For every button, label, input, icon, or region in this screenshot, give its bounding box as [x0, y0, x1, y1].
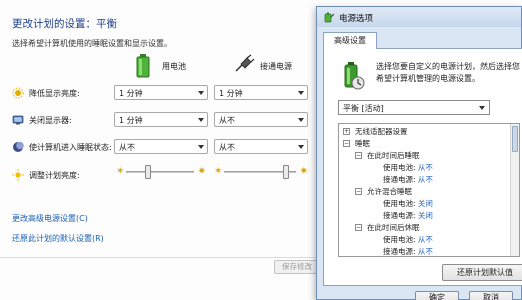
chevron-down-icon [479, 106, 485, 110]
dialog-titlebar[interactable]: 电源选项 [317, 7, 521, 27]
power-options-dialog: 电源选项 高级设置 选择您要自定义的电源计划，然后选择您希望计算机管理的电源设置… [316, 6, 522, 300]
tree-value[interactable]: 从不 [418, 175, 433, 184]
tree-item-plugged[interactable]: 接通电源: 从不 [383, 175, 433, 184]
monitor-icon [12, 115, 24, 125]
dim-sun-icon: ✶ [214, 166, 223, 177]
dialog-title: 电源选项 [339, 14, 374, 24]
slider-thumb[interactable] [144, 165, 151, 179]
dim-display-plugged-select[interactable]: 1 分钟 [214, 85, 308, 100]
brightness-icon [12, 169, 24, 181]
restore-plan-defaults-button[interactable]: 还原计划默认值 [442, 264, 522, 281]
tree-label: 接通电源: [383, 175, 416, 184]
chevron-down-icon [198, 91, 204, 95]
slider-track [126, 171, 194, 173]
cancel-button[interactable]: 取消 [469, 291, 513, 300]
power-plan-icon [344, 62, 365, 90]
expand-icon[interactable]: + [343, 128, 350, 135]
tree-value[interactable]: 关闭 [418, 211, 433, 220]
tree-label: 接通电源: [383, 247, 416, 256]
tree-item-after-sleep[interactable]: 在此时间后睡眠 [367, 151, 420, 160]
sleep-battery-select[interactable]: 从不 [114, 139, 208, 154]
select-value: 从不 [119, 143, 135, 152]
tree-label: 使用电池: [383, 163, 416, 172]
turn-off-display-battery-select[interactable]: 1 分钟 [114, 112, 208, 127]
select-value: 从不 [219, 116, 235, 125]
divider [0, 257, 322, 258]
tree-value[interactable]: 从不 [418, 235, 433, 244]
tree-value[interactable]: 从不 [418, 247, 433, 256]
sleep-plugged-select[interactable]: 从不 [214, 139, 308, 154]
turn-off-display-plugged-select[interactable]: 从不 [214, 112, 308, 127]
collapse-icon[interactable]: − [355, 224, 362, 231]
dialog-description: 选择您要自定义的电源计划，然后选择您希望计算机管理的电源设置。 [376, 62, 520, 83]
tree-label: 使用电池: [383, 199, 416, 208]
advanced-settings-pane: 选择您要自定义的电源计划，然后选择您希望计算机管理的电源设置。 平衡 [活动] … [323, 48, 522, 286]
collapse-icon[interactable]: − [355, 188, 362, 195]
collapse-icon[interactable]: − [343, 140, 350, 147]
bright-sun-icon: ✷ [299, 166, 308, 177]
tree-item-battery[interactable]: 使用电池: 从不 [383, 235, 433, 244]
slider-thumb[interactable] [283, 165, 290, 179]
dim-display-battery-select[interactable]: 1 分钟 [114, 85, 208, 100]
dim-display-icon [12, 87, 24, 99]
setting-label: 关闭显示器: [29, 116, 72, 125]
select-value: 从不 [219, 143, 235, 152]
ok-button[interactable]: 确定 [415, 291, 459, 300]
settings-tree[interactable]: + 无线适配器设置 − 睡眠 − 在此时间后睡眠 使用电池: 从不 接通电源: … [338, 123, 520, 257]
tree-item-plugged[interactable]: 接通电源: 关闭 [383, 211, 433, 220]
power-options-icon [324, 12, 335, 23]
select-value: 平衡 [活动] [343, 104, 384, 113]
tree-item-battery[interactable]: 使用电池: 从不 [383, 163, 433, 172]
select-value: 1 分钟 [219, 89, 243, 98]
save-changes-button[interactable]: 保存修改 [274, 260, 320, 274]
column-header-plugged: 接通电源 [232, 52, 322, 82]
column-label-plugged: 接通电源 [260, 62, 292, 71]
tree-scrollbar[interactable] [510, 124, 519, 256]
tree-label: 使用电池: [383, 235, 416, 244]
scrollbar-thumb[interactable] [512, 126, 518, 152]
setting-label: 使计算机进入睡眠状态: [29, 143, 112, 152]
tree-item-hybrid-sleep[interactable]: 允许混合睡眠 [367, 187, 412, 196]
restore-defaults-link[interactable]: 还原此计划的默认设置(R) [12, 233, 104, 244]
page-title: 更改计划的设置：平衡 [12, 18, 117, 30]
tree-item-battery[interactable]: 使用电池: 关闭 [383, 199, 433, 208]
chevron-down-icon [198, 118, 204, 122]
tree-item-sleep[interactable]: 睡眠 [355, 139, 370, 148]
tree-item-plugged[interactable]: 接通电源: 从不 [383, 247, 433, 256]
tree-label: 接通电源: [383, 211, 416, 220]
collapse-icon[interactable]: − [355, 152, 362, 159]
power-plug-icon [235, 54, 255, 72]
brightness-battery-slider[interactable]: ✶ ✷ [116, 164, 206, 180]
tree-value[interactable]: 关闭 [418, 199, 433, 208]
tree-item-hibernate[interactable]: 在此时间后休眠 [367, 223, 420, 232]
brightness-plugged-slider[interactable]: ✶ ✷ [214, 164, 308, 180]
bright-sun-icon: ✷ [197, 166, 206, 177]
dim-sun-icon: ✶ [116, 166, 125, 177]
plan-select[interactable]: 平衡 [活动] [338, 100, 490, 115]
select-value: 1 分钟 [119, 116, 143, 125]
column-header-battery: 用电池 [134, 52, 224, 82]
tab-advanced-settings[interactable]: 高级设置 [323, 32, 377, 49]
battery-icon [136, 54, 150, 78]
setting-label: 调整计划亮度: [29, 171, 80, 180]
sleep-moon-icon [13, 141, 24, 152]
chevron-down-icon [298, 145, 304, 149]
select-value: 1 分钟 [119, 89, 143, 98]
column-label-battery: 用电池 [162, 62, 186, 71]
chevron-down-icon [298, 118, 304, 122]
setting-label: 降低显示亮度: [29, 89, 80, 98]
tree-item-wireless[interactable]: 无线适配器设置 [355, 127, 408, 136]
chevron-down-icon [298, 91, 304, 95]
chevron-down-icon [198, 145, 204, 149]
tree-value[interactable]: 从不 [418, 163, 433, 172]
advanced-settings-link[interactable]: 更改高级电源设置(C) [12, 213, 88, 224]
page-subtitle: 选择希望计算机使用的睡眠设置和显示设置。 [12, 39, 172, 48]
